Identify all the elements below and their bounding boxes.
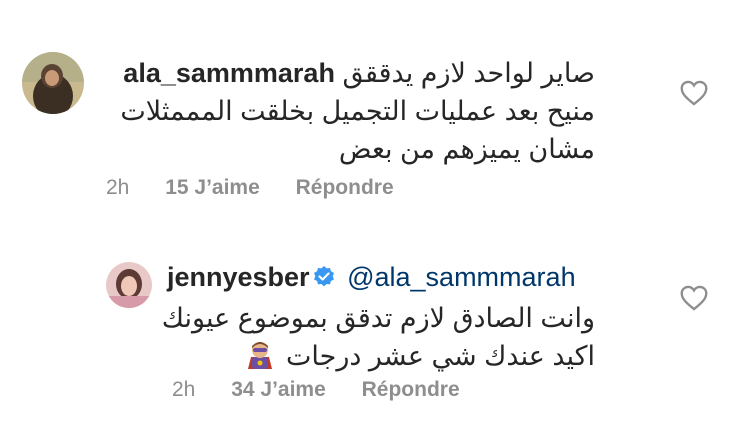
comment-text-line-1: وانت الصادق لازم تدقق بموضوع عيونك [161,303,595,333]
comment-body: ala_sammmarah صاير لواحد لازم يدققق منيح… [75,54,595,168]
comment-meta: 2h 34 J’aime Répondre [172,378,490,402]
mention-link[interactable]: @ala_sammmarah [347,262,576,292]
heart-outline-icon[interactable] [680,80,708,106]
comment-meta: 2h 15 J’aime Répondre [106,176,424,200]
superhero-emoji [245,339,275,381]
comment-2: jennyesber @ala_sammmarah وانت الصادق لا… [0,215,750,439]
comment-first-line: ala_sammmarah صاير لواحد لازم يدققق [75,54,595,92]
comment-username[interactable]: ala_sammmarah [123,58,335,88]
reply-button[interactable]: Répondre [296,176,394,199]
comment-time: 2h [172,378,196,401]
verified-badge-icon [312,261,336,299]
comment-body: jennyesber @ala_sammmarah وانت الصادق لا… [161,258,595,381]
comment-text-line-2: منيح بعد عمليات التجميل بخلقت المممثلات [120,96,595,126]
reply-button[interactable]: Répondre [362,378,460,401]
comment-likes[interactable]: 15 J’aime [165,176,260,199]
heart-outline-icon[interactable] [680,285,708,311]
comment-text-line-2-wrap: اكيد عندك شي عشر درجات [165,337,595,381]
comment-first-line: jennyesber @ala_sammmarah [165,258,595,299]
avatar[interactable] [106,262,152,308]
comment-text-line-3: مشان يميزهم من بعض [338,134,595,164]
comment-text-line-1: صاير لواحد لازم يدققق [342,58,595,88]
comment-text-line-2: اكيد عندك شي عشر درجات [286,341,595,371]
comment-time: 2h [106,176,130,199]
comment-1: ala_sammmarah صاير لواحد لازم يدققق منيح… [0,0,750,215]
comment-likes[interactable]: 34 J’aime [231,378,326,401]
comment-username[interactable]: jennyesber [167,262,310,292]
